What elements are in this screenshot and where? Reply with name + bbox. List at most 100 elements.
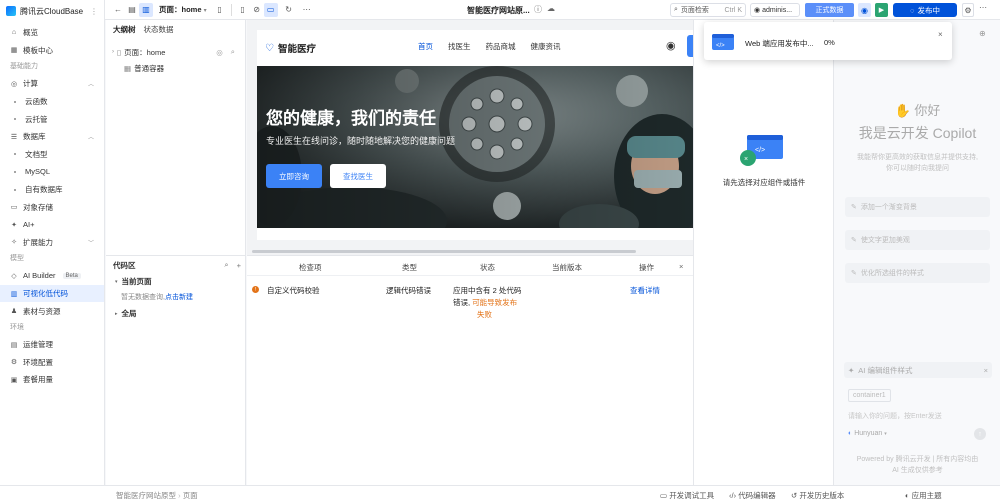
tree-node-page[interactable]: › ▯ 页面：home ◎ ⌕ [106, 44, 245, 60]
copilot-icon[interactable]: ◉ [858, 3, 871, 17]
cloudbase-logo-icon [6, 6, 16, 16]
consult-button[interactable]: 立即咨询 [266, 164, 322, 188]
history-button[interactable]: ↺ 开发历史版本 [791, 490, 844, 501]
scrollbar-thumb[interactable] [252, 250, 636, 253]
site-menu-pharmacy[interactable]: 药品商城 [486, 41, 516, 52]
nav-item-database[interactable]: ☰ 数据库 ︿ [0, 128, 104, 146]
model-selector[interactable]: ◐ Hunyuan ▾ [848, 430, 887, 437]
nav-item-lowcode[interactable]: ▥ 可视化低代码 [0, 284, 104, 303]
search-icon[interactable]: ⌕ [231, 47, 235, 57]
layout-split-icon[interactable]: ▥ [139, 2, 153, 17]
sparkle-icon: ✦ [11, 221, 17, 229]
nav-item-cloud-function[interactable]: 云函数 [0, 93, 104, 111]
chat-input[interactable]: 请输入你的问题，按Enter发送 [848, 411, 942, 421]
code-editor-button[interactable]: ‹/› 代码编辑器 [729, 490, 776, 501]
outline-panel: 大纲树 状态数据 › ▯ 页面：home ◎ ⌕ ▦ 普通容器 代码区 ⌕ + … [106, 20, 246, 485]
back-icon[interactable]: ← [111, 3, 125, 17]
site-menu-doctors[interactable]: 找医生 [448, 41, 471, 52]
breadcrumb-item[interactable]: 智能医疗网站原型 [116, 491, 176, 500]
layout-icon[interactable]: ▤ [125, 3, 139, 17]
preview-play-icon[interactable]: ▶ [875, 3, 888, 17]
mobile-view-icon[interactable]: ▯ [236, 3, 250, 17]
nav-item-mysql[interactable]: MySQL [0, 163, 104, 181]
nav-item-overview[interactable]: ⌂ 概览 [0, 24, 104, 42]
view-details-link[interactable]: 查看详情 [630, 285, 660, 296]
nav-item-extend[interactable]: ✧ 扩展能力 ﹀ [0, 234, 104, 252]
copilot-title: 我是云开发 Copilot [858, 125, 977, 141]
code-editor-label: 代码编辑器 [738, 491, 776, 500]
nav-label: 概览 [23, 28, 38, 38]
toast-progress: 0% [824, 38, 835, 47]
tab-outline[interactable]: 大纲树 [113, 24, 136, 35]
nav-label: 模板中心 [23, 45, 53, 55]
user-menu[interactable]: ◉ adminis... [750, 3, 800, 17]
more-icon[interactable]: ⋮ [90, 7, 98, 16]
site-menu-news[interactable]: 健康资讯 [531, 41, 561, 52]
canvas-scrollbar[interactable] [247, 248, 693, 255]
tree-node-container[interactable]: ▦ 普通容器 [106, 60, 245, 76]
code-group-label: 全局 [121, 309, 137, 318]
design-canvas[interactable]: ♡ 智能医疗 首页 找医生 药品商城 健康资讯 ◉ 您的健康，我们的责任 专业医… [247, 20, 693, 248]
refresh-icon[interactable]: ↻ [282, 3, 296, 17]
close-icon[interactable]: × [984, 366, 988, 375]
nav-item-own-db[interactable]: 自有数据库 [0, 181, 104, 199]
suggestion-3[interactable]: ✎ 优化所选组件的样式 [845, 263, 990, 283]
more-icon[interactable]: ⋯ [300, 3, 314, 17]
left-navigation: 腾讯云CloudBase ⋮ ⌂ 概览 ▦ 模板中心 基础能力 ◎ 计算 ︿ 云函数 云… [0, 0, 105, 503]
publish-button[interactable]: ◌ 发布中 [893, 3, 957, 17]
template-icon: ▦ [10, 47, 18, 55]
page-search-input[interactable]: ⌕ 页面检索 Ctrl K [670, 3, 746, 17]
suggestion-label: 使文字更加美观 [860, 237, 910, 244]
nav-item-cloud-run[interactable]: 云托管 [0, 110, 104, 128]
hero-subtitle: 专业医生在线问诊，随时随地解决您的健康问题 [266, 136, 456, 146]
svg-text:</>: </> [716, 43, 725, 49]
breadcrumb-item[interactable]: 页面 [183, 491, 198, 500]
env-data-button[interactable]: 正式数据 [805, 3, 854, 17]
nav-item-assets[interactable]: ♟ 素材与资源 [0, 302, 104, 320]
nav-item-document-db[interactable]: 文档型 [0, 146, 104, 164]
nav-item-ops[interactable]: ▤ 运维管理 [0, 336, 104, 354]
add-icon[interactable]: + [237, 261, 241, 270]
settings-icon[interactable]: ⚙ [962, 3, 974, 17]
suggestion-2[interactable]: ✎ 使文字更加美观 [845, 230, 990, 250]
close-icon[interactable]: × [938, 30, 943, 39]
more-icon[interactable]: ⋯ [979, 3, 987, 12]
nav-item-env-config[interactable]: ⚙ 环境配置 [0, 354, 104, 372]
desc-line: 我能帮你更高效的获取信息并提供支持, [857, 154, 978, 161]
col-header-action: 操作 [639, 263, 654, 272]
nav-item-templates[interactable]: ▦ 模板中心 [0, 42, 104, 60]
chevron-up-icon: ︿ [87, 135, 94, 142]
eye-settings-icon[interactable]: ◎ [216, 48, 223, 57]
chevron-up-icon: ︿ [87, 82, 94, 89]
send-icon[interactable]: ↑ [974, 428, 986, 440]
container-icon: ▦ [124, 63, 132, 73]
code-group-global[interactable]: ▸ 全局 [115, 308, 137, 319]
close-icon[interactable]: × [679, 262, 683, 271]
nav-item-ai[interactable]: ✦ AI+ [0, 216, 104, 234]
page-selector[interactable]: 页面：home ▾ [159, 4, 207, 15]
component-chip[interactable]: container1 [848, 389, 891, 402]
create-query-link[interactable]: 点击新建 [165, 294, 193, 301]
user-avatar-icon[interactable]: ◉ [666, 39, 676, 52]
debug-tools-button[interactable]: ▭ 开发调试工具 [660, 490, 714, 501]
code-group-current[interactable]: ▾ 当前页面 [115, 276, 152, 287]
nav-item-billing[interactable]: ▣ 套餐用量 [0, 371, 104, 389]
suggestion-1[interactable]: ✎ 添加一个渐变背景 [845, 197, 990, 217]
nav-item-storage[interactable]: ▭ 对象存储 [0, 198, 104, 216]
search-icon[interactable]: ⌕ [224, 260, 228, 270]
info-icon[interactable]: ⓘ [534, 4, 542, 15]
theme-button[interactable]: ◐ 应用主题 [905, 490, 942, 501]
nav-item-ai-builder[interactable]: ◇ AI Builder Beta [0, 267, 104, 285]
svg-text:</>: </> [755, 147, 765, 154]
desktop-view-icon[interactable]: ▭ [263, 2, 278, 17]
page-file-icon[interactable]: ▯ [213, 3, 227, 17]
properties-panel: </> × 请先选择对应组件或插件 [693, 20, 833, 485]
nav-label: 数据库 [23, 132, 46, 142]
tab-state[interactable]: 状态数据 [144, 24, 174, 35]
find-doctor-button[interactable]: 查找医生 [330, 164, 386, 188]
tablet-view-icon[interactable]: ⊘ [250, 3, 264, 17]
site-menu-home[interactable]: 首页 [418, 41, 433, 52]
nav-item-compute[interactable]: ◎ 计算 ︿ [0, 75, 104, 93]
pin-icon[interactable]: ⊕ [979, 29, 986, 38]
page-search-label: 页面检索 [680, 7, 709, 14]
